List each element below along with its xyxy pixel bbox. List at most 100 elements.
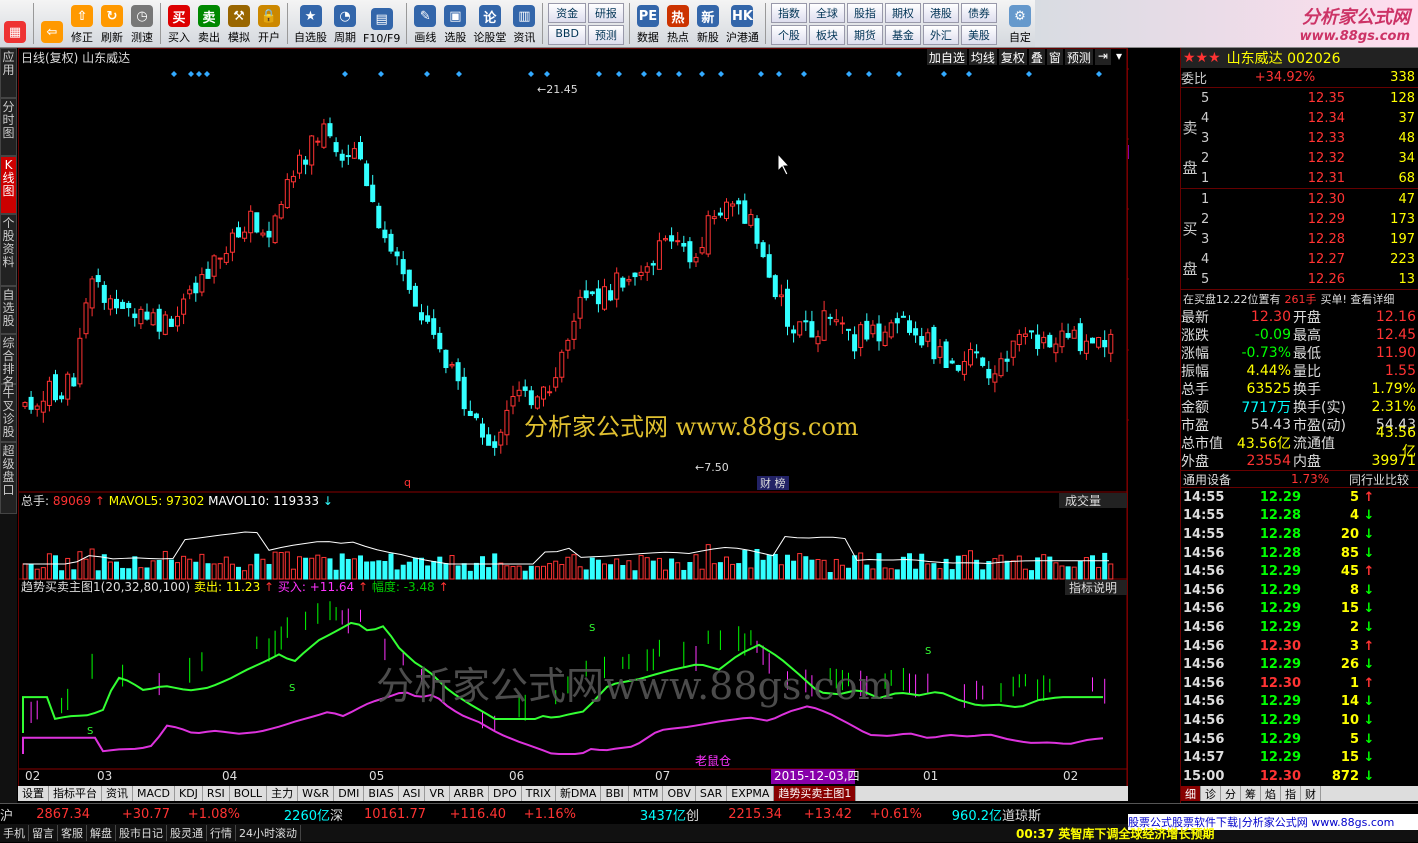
tb2-hot-button[interactable]: 热热点 <box>663 0 693 47</box>
chart-control[interactable]: 加自选 <box>926 49 967 65</box>
sidebar-tab-0[interactable]: 应用 <box>0 48 17 98</box>
buys-level[interactable]: 4 12.27 223 <box>1181 249 1418 269</box>
tick-tab[interactable]: 诊 <box>1201 785 1221 801</box>
sidebar-tab-6[interactable]: 牛叉诊股 <box>0 384 17 442</box>
indicator-tab[interactable]: BBI <box>601 786 629 801</box>
tick-tab[interactable]: 分 <box>1221 785 1241 801</box>
tb-lock-button[interactable]: 🔒 开户 <box>254 0 284 47</box>
indicator-tab[interactable]: BIAS <box>364 786 399 801</box>
buys-level[interactable]: 2 12.29 173 <box>1181 209 1418 229</box>
indicator-tab[interactable]: DPO <box>489 786 522 801</box>
sidebar-tab-5[interactable]: 综合排名 <box>0 334 17 389</box>
sells-level[interactable]: 3 12.33 48 <box>1181 128 1418 148</box>
chart-control[interactable]: 复权 <box>998 49 1027 65</box>
sells-level[interactable]: 2 12.32 34 <box>1181 148 1418 168</box>
tb2-ipo-button[interactable]: 新新股 <box>693 0 723 47</box>
bottom-link[interactable]: 股灵通 <box>167 825 207 841</box>
indicator-tab[interactable]: 指标平台 <box>49 786 102 801</box>
chart-control[interactable]: 均线 <box>968 49 997 65</box>
chart-control[interactable]: 叠 <box>1028 49 1045 65</box>
buys-level[interactable]: 1 12.30 47 <box>1181 189 1418 209</box>
market-button[interactable]: 指数 <box>770 3 807 23</box>
tick-tab[interactable]: 筹 <box>1241 785 1261 801</box>
grid-button[interactable]: BBD <box>548 25 586 45</box>
tick-tab[interactable]: 财 <box>1301 785 1321 801</box>
bottom-link[interactable]: 手机 <box>0 825 29 841</box>
indicator-tab[interactable]: DMI <box>334 786 365 801</box>
tb-up-arrow-button[interactable]: ⇧ 修正 <box>67 0 97 47</box>
tb2-hk-button[interactable]: HK 沪港通 <box>723 0 762 47</box>
custom-button[interactable]: ⚙ 自定 <box>1005 0 1035 47</box>
market-button[interactable]: 美股 <box>960 25 997 45</box>
indicator-tab[interactable]: VR <box>425 786 450 801</box>
indicator-tab[interactable]: W&R <box>298 786 335 801</box>
chart-control[interactable]: 窗 <box>1046 49 1063 65</box>
tb-forum-button[interactable]: 论论股堂 <box>470 0 509 47</box>
indicator-tab[interactable]: 趋势买卖主图1 <box>774 786 857 801</box>
indicator-tab[interactable]: 主力 <box>267 786 299 801</box>
market-button[interactable]: 期货 <box>846 25 883 45</box>
grid-button[interactable]: 预测 <box>587 25 624 45</box>
tb-f10-button[interactable]: ▤ F10/F9 <box>360 0 403 47</box>
indicator-tab[interactable]: RSI <box>203 786 230 801</box>
indicator-tab[interactable]: TRIX <box>522 786 556 801</box>
tb-period-button[interactable]: ◔ 周期 <box>330 0 360 47</box>
tb-back-button[interactable]: ⇦ <box>37 0 67 47</box>
bottom-link[interactable]: 解盘 <box>87 825 116 841</box>
market-button[interactable]: 个股 <box>770 25 807 45</box>
indicator-tab[interactable]: EXPMA <box>727 786 775 801</box>
sidebar-tab-7[interactable]: 超级盘口 <box>0 442 17 514</box>
indicator-tab[interactable]: MACD <box>133 786 175 801</box>
industry-row[interactable]: 通用设备 1.73% 同行业比较 <box>1181 470 1418 488</box>
market-button[interactable]: 基金 <box>884 25 921 45</box>
tb-screen-button[interactable]: ▣ 选股 <box>440 0 470 47</box>
tb-refresh-button[interactable]: ↻ 刷新 <box>97 0 127 47</box>
sidebar-tab-3[interactable]: 个股资料 <box>0 214 17 286</box>
kline-chart-area[interactable]: 日线(复权) 山东威达 加自选均线复权叠窗预测⇥▾ 22.2319.6617.0… <box>18 48 1129 799</box>
sidebar-tab-4[interactable]: 自选股 <box>0 286 17 334</box>
tick-tab[interactable]: 细 <box>1181 785 1201 801</box>
market-button[interactable]: 外汇 <box>922 25 959 45</box>
tick-tab[interactable]: 指 <box>1281 785 1301 801</box>
indicator-tab[interactable]: 新DMA <box>556 786 602 801</box>
buys-level[interactable]: 3 12.28 197 <box>1181 229 1418 249</box>
tb-clock-button[interactable]: ◷ 测速 <box>127 0 157 47</box>
news-ticker[interactable]: 00:37 英智库下调全球经济增长预期 <box>1016 825 1416 842</box>
bottom-link[interactable]: 24小时滚动 <box>236 825 301 841</box>
sidebar-tab-1[interactable]: 分时图 <box>0 98 17 156</box>
indicator-tab[interactable]: 资讯 <box>102 786 133 801</box>
sells-level[interactable]: 4 12.34 37 <box>1181 108 1418 128</box>
buys-level[interactable]: 5 12.26 13 <box>1181 269 1418 289</box>
market-button[interactable]: 股指 <box>846 3 883 23</box>
market-button[interactable]: 全球 <box>808 3 845 23</box>
bottom-link[interactable]: 客服 <box>58 825 87 841</box>
bottom-link[interactable]: 股市日记 <box>116 825 167 841</box>
tb-sell-button[interactable]: 卖卖出 <box>194 0 224 47</box>
indicator-tab[interactable]: SAR <box>696 786 728 801</box>
sidebar-tab-2[interactable]: K线图 <box>0 156 17 214</box>
indicator-tab[interactable]: ASI <box>399 786 426 801</box>
tb-hammer-button[interactable]: ⚒ 模拟 <box>224 0 254 47</box>
tb-pen-button[interactable]: ✎ 画线 <box>410 0 440 47</box>
order-notice[interactable]: 在买盘12.22位置有 261手 买单! 查看详细 <box>1181 290 1418 308</box>
tb-star-button[interactable]: ★ 自选股 <box>291 0 330 47</box>
indicator-tab[interactable]: ARBR <box>450 786 490 801</box>
tb-buy-button[interactable]: 买买入 <box>164 0 194 47</box>
tb2-pe-button[interactable]: PE 数据 <box>633 0 663 47</box>
tb-logo-button[interactable]: ▦ <box>0 0 30 47</box>
market-button[interactable]: 债券 <box>960 3 997 23</box>
grid-button[interactable]: 研报 <box>587 3 624 23</box>
indicator-tab[interactable]: MTM <box>629 786 664 801</box>
grid-button[interactable]: 资金 <box>548 3 586 23</box>
dropdown-icon[interactable]: ▾ <box>1113 49 1125 65</box>
market-button[interactable]: 期权 <box>884 3 921 23</box>
sells-level[interactable]: 1 12.31 68 <box>1181 168 1418 188</box>
indicator-tab[interactable]: 设置 <box>18 786 49 801</box>
expand-icon[interactable]: ⇥ <box>1094 49 1111 65</box>
indicator-tab[interactable]: KDJ <box>175 786 203 801</box>
market-button[interactable]: 板块 <box>808 25 845 45</box>
tick-tab[interactable]: 焰 <box>1261 785 1281 801</box>
bottom-link[interactable]: 留言 <box>29 825 58 841</box>
indicator-tab[interactable]: BOLL <box>230 786 268 801</box>
indicator-tab[interactable]: OBV <box>663 786 696 801</box>
